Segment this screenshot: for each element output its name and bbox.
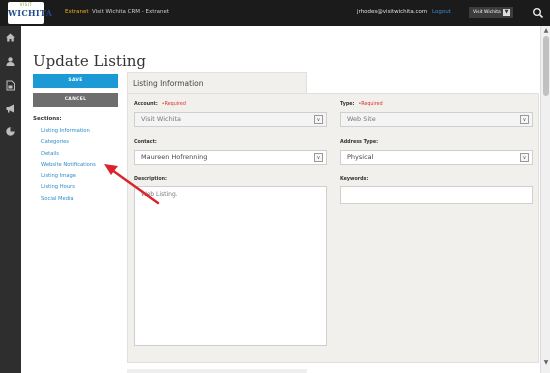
account-label-text: Account: xyxy=(134,102,158,107)
cancel-button[interactable]: CANCEL xyxy=(33,93,118,107)
section-link-listing-information[interactable]: Listing Information xyxy=(41,126,96,137)
description-textarea[interactable]: Web Listing. xyxy=(134,186,327,346)
sections-nav: Listing Information Categories Details W… xyxy=(41,126,96,205)
section-link-categories[interactable]: Categories xyxy=(41,137,96,148)
keywords-label: Keywords: xyxy=(340,177,369,182)
save-button[interactable]: SAVE xyxy=(33,74,118,88)
left-rail xyxy=(0,26,21,373)
pie-chart-icon[interactable] xyxy=(5,126,16,137)
chevron-down-icon: ∨ xyxy=(314,115,323,124)
chevron-down-icon: ∨ xyxy=(520,153,529,162)
page-title: Update Listing xyxy=(33,52,147,70)
next-section-edge xyxy=(127,369,307,373)
type-select[interactable]: Web Site ∨ xyxy=(340,112,533,127)
logout-link[interactable]: Logout xyxy=(432,9,451,15)
account-select-value: Visit Wichita xyxy=(141,115,182,123)
tab-listing-information[interactable]: Listing Information xyxy=(127,72,307,94)
visit-wichita-logo[interactable]: VISIT WICHITA xyxy=(8,2,53,24)
user-icon[interactable] xyxy=(5,56,16,67)
type-required-badge: •Required xyxy=(358,102,383,107)
scrollbar-thumb[interactable] xyxy=(543,36,549,96)
listing-information-panel: Account: •Required Visit Wichita ∨ Type: •… xyxy=(127,93,539,363)
nav-extranet-link[interactable]: Extranet xyxy=(65,9,89,15)
scroll-up-icon[interactable]: ▲ xyxy=(543,28,549,34)
address-type-select[interactable]: Physical ∨ xyxy=(340,150,533,165)
address-type-label: Address Type: xyxy=(340,140,379,145)
section-link-listing-image[interactable]: Listing Image xyxy=(41,171,96,182)
type-select-value: Web Site xyxy=(347,115,376,123)
scroll-down-icon[interactable]: ▼ xyxy=(543,360,549,366)
chevron-down-icon: ▼ xyxy=(503,9,510,16)
sections-heading: Sections: xyxy=(33,116,62,122)
contact-select-value: Maureen Hofrenning xyxy=(141,153,208,161)
type-label: Type: •Required xyxy=(340,102,383,107)
contact-label: Contact: xyxy=(134,140,157,145)
logo-wichita-text: WICHITA xyxy=(8,8,53,18)
account-required-badge: •Required xyxy=(161,102,186,107)
vertical-scrollbar[interactable]: ▲ ▼ xyxy=(540,26,550,373)
contact-select[interactable]: Maureen Hofrenning ∨ xyxy=(134,150,327,165)
section-link-listing-hours[interactable]: Listing Hours xyxy=(41,182,96,193)
chevron-down-icon: ∨ xyxy=(520,115,529,124)
document-icon[interactable] xyxy=(5,80,16,91)
megaphone-icon[interactable] xyxy=(5,103,16,114)
section-link-details[interactable]: Details xyxy=(41,149,96,160)
chevron-down-icon: ∨ xyxy=(314,153,323,162)
section-link-website-notifications[interactable]: Website Notifications xyxy=(41,160,96,171)
user-email: jrhodes@visitwichita.com xyxy=(357,9,428,15)
visit-wichita-dropdown[interactable]: Visit Wichita ▼ xyxy=(469,7,513,18)
search-icon[interactable] xyxy=(532,7,544,19)
type-label-text: Type: xyxy=(340,102,355,107)
nav-crm-title: Visit Wichita CRM - Extranet xyxy=(92,9,170,15)
keywords-input[interactable] xyxy=(340,186,533,204)
section-link-social-media[interactable]: Social Media xyxy=(41,194,96,205)
home-icon[interactable] xyxy=(5,32,16,43)
top-bar: VISIT WICHITA Extranet Visit Wichita CRM… xyxy=(0,0,550,26)
account-label: Account: •Required xyxy=(134,102,186,107)
description-label: Description: xyxy=(134,177,167,182)
address-type-select-value: Physical xyxy=(347,153,374,161)
visit-wichita-dropdown-label: Visit Wichita xyxy=(473,10,501,15)
account-select[interactable]: Visit Wichita ∨ xyxy=(134,112,327,127)
